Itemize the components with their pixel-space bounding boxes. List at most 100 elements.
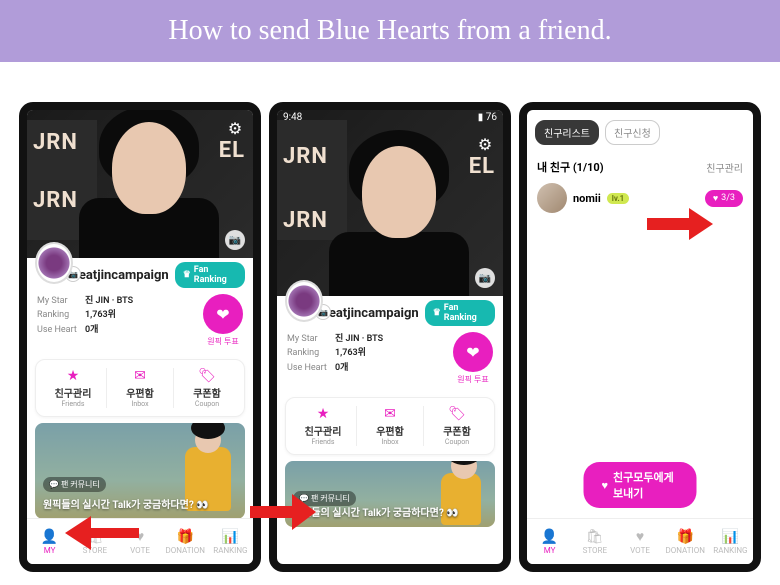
stat-key: Use Heart [287,361,335,375]
vote-caption: 원픽 투표 [453,374,493,385]
inbox-label: 우편함 [107,385,173,400]
nav-ranking[interactable]: 📊RANKING [708,519,753,564]
friends-button[interactable]: ★ 친구관리 Friends [40,368,107,408]
action-card: ★ 친구관리 Friends ✉ 우편함 Inbox 🏷 쿠폰함 Coupon [35,359,245,417]
bg-sign: JRN [283,144,328,169]
coupon-button[interactable]: 🏷 쿠폰함 Coupon [174,368,240,408]
username: eatjincampaign [329,306,419,321]
friends-label: 친구관리 [40,385,106,400]
friends-button[interactable]: ★ 친구관리 Friends [290,406,357,446]
coupon-label: 쿠폰함 [174,385,240,400]
bg-sign: EL [469,154,495,179]
stat-key: Ranking [287,346,335,360]
hero-person [329,232,469,296]
stat-key: My Star [37,294,85,308]
vote-heart-button[interactable]: ❤ [453,332,493,372]
profile-strip: 📷 eatjincampaign ♛ Fan Ranking [27,258,253,290]
stat-value: 0개 [335,363,348,373]
friend-avatar[interactable] [537,183,567,213]
coupon-label: 쿠폰함 [424,423,490,438]
friends-label: 친구관리 [290,423,356,438]
camera-icon[interactable]: 📷 [225,230,245,250]
bg-sign: EL [219,138,245,163]
stat-value: 0개 [85,325,98,335]
send-all-button[interactable]: ♥ 친구모두에게 보내기 [584,462,697,508]
mail-icon: ✉ [107,368,173,384]
coupon-sub: Coupon [424,438,490,446]
tab-friend-list[interactable]: 친구리스트 [535,120,599,145]
nav-vote[interactable]: ♥VOTE [617,519,662,564]
tab-friend-request[interactable]: 친구신청 [605,120,660,145]
nav-ranking[interactable]: 📊RANKING [208,519,253,564]
tutorial-arrow-icon [645,204,717,244]
bottom-nav: 👤MY 🛍STORE ♥VOTE 🎁DONATION 📊RANKING [527,518,753,564]
screenshot-panels: JRN JRN EL ⚙ 📷 📷 eatjincampaign ♛ Fan Ra… [0,62,780,572]
heart-icon: ♥ [602,479,609,492]
manage-friends-link[interactable]: 친구관리 [706,160,743,175]
nav-my[interactable]: 👤MY [527,519,572,564]
coupon-button[interactable]: 🏷 쿠폰함 Coupon [424,406,490,446]
heart-icon: ♥ [636,528,644,545]
hero-person [112,122,186,214]
action-card: ★ 친구관리 Friends ✉ 우편함 Inbox 🏷 쿠폰함 Coupon [285,397,495,455]
friend-level-badge: lv.1 [607,193,630,204]
status-icons: ▮ 76 [478,112,497,126]
vote-button-block: ❤ 원픽 투표 [203,294,243,347]
stat-key: My Star [287,332,335,346]
username: eatjincampaign [79,268,169,283]
mail-icon: ✉ [357,406,423,422]
profile-strip: 📷 eatjincampaign ♛ Fan Ranking [277,296,503,328]
heart-count: 3/3 [721,193,735,203]
coupon-sub: Coupon [174,400,240,408]
avatar[interactable] [285,280,323,322]
phone-screenshot-1: JRN JRN EL ⚙ 📷 📷 eatjincampaign ♛ Fan Ra… [19,102,261,572]
inbox-button[interactable]: ✉ 우편함 Inbox [107,368,174,408]
fan-ranking-badge[interactable]: ♛ Fan Ranking [425,300,495,326]
fan-ranking-badge[interactable]: ♛ Fan Ranking [175,262,245,288]
bg-sign: JRN [33,130,78,155]
send-all-label: 친구모두에게 보내기 [613,469,678,501]
nav-donation[interactable]: 🎁DONATION [163,519,208,564]
profile-stats: My Star진 JIN · BTS Ranking1,763위 Use Hea… [27,290,253,355]
gift-icon: 🎁 [676,529,693,545]
stat-value: 진 JIN · BTS [85,296,133,306]
nav-label: RANKING [713,546,747,555]
vote-button-block: ❤ 원픽 투표 [453,332,493,385]
stat-value: 1,763위 [85,310,116,320]
inbox-sub: Inbox [357,438,423,446]
hero-person [362,146,436,238]
friend-list-header: 내 친구 (1/10) 친구관리 [527,149,753,179]
inbox-button[interactable]: ✉ 우편함 Inbox [357,406,424,446]
tag-icon: 🏷 [174,368,240,384]
gear-icon[interactable]: ⚙ [225,118,245,138]
nav-label: DONATION [166,546,205,555]
stats-list: My Star진 JIN · BTS Ranking1,763위 Use Hea… [37,294,133,347]
status-time: 9:48 [283,112,302,126]
vote-heart-button[interactable]: ❤ [203,294,243,334]
stat-value: 진 JIN · BTS [335,334,383,344]
camera-icon[interactable]: 📷 [475,268,495,288]
nav-store[interactable]: 🛍STORE [572,519,617,564]
nav-label: MY [544,546,556,555]
friends-sub: Friends [40,400,106,408]
phone-screenshot-3: 친구리스트 친구신청 내 친구 (1/10) 친구관리 nomii lv.1 ♥… [519,102,761,572]
status-bar: 9:48 ▮ 76 [277,110,503,128]
gear-icon[interactable]: ⚙ [475,134,495,154]
avatar[interactable] [35,242,73,284]
nav-donation[interactable]: 🎁DONATION [663,519,708,564]
bg-sign: JRN [283,208,328,233]
fan-ranking-label: Fan Ranking [444,303,487,323]
fan-ranking-label: Fan Ranking [194,265,237,285]
nav-label: STORE [583,546,607,555]
chart-icon: 📊 [722,529,739,545]
tag-icon: 🏷 [424,406,490,422]
bg-sign: JRN [33,188,78,213]
stat-key: Ranking [37,308,85,322]
crown-icon: ♛ [433,308,441,318]
profile-hero-photo: 9:48 ▮ 76 JRN JRN EL ⚙ 📷 [277,110,503,296]
tutorial-arrow-icon [248,490,320,534]
stats-list: My Star진 JIN · BTS Ranking1,763위 Use Hea… [287,332,383,385]
nav-label: DONATION [666,546,705,555]
person-icon: 👤 [541,529,558,545]
community-banner[interactable]: 💬 팬 커뮤니티 원픽들의 실시간 Talk가 궁금하다면? 👀 [35,423,245,519]
